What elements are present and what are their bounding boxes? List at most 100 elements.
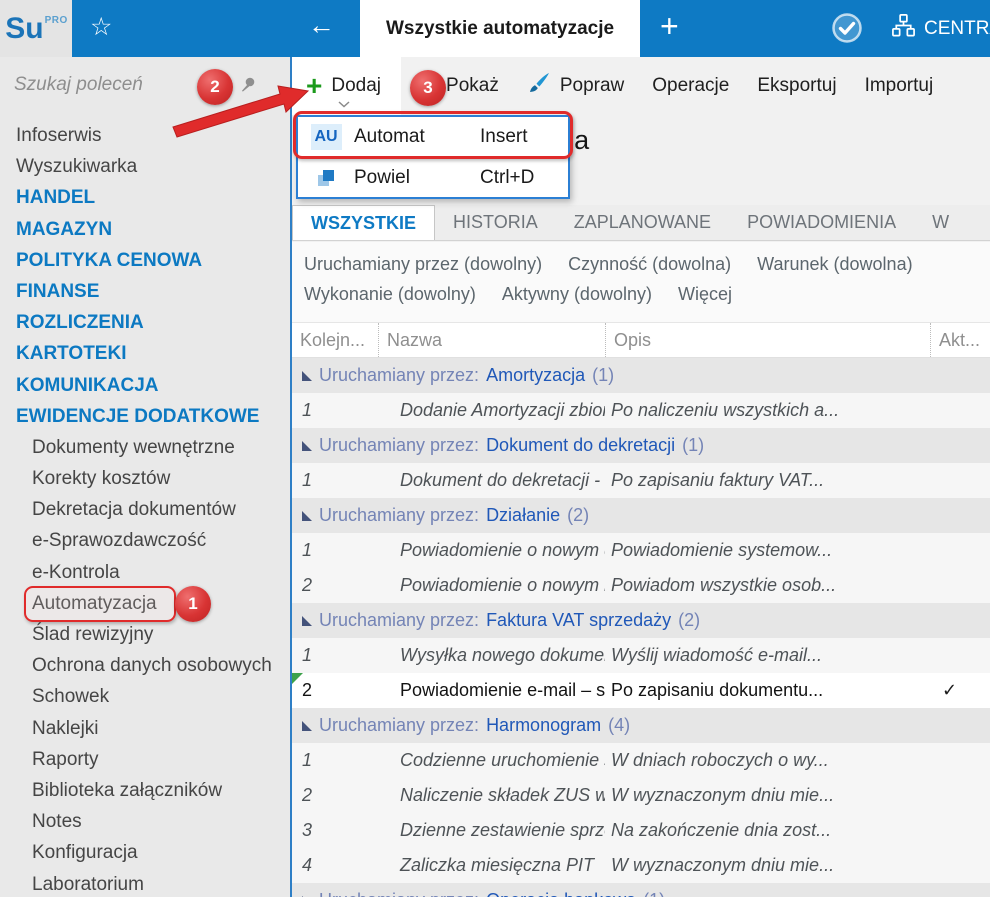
check-circle-icon[interactable]	[830, 11, 864, 50]
cell-aktywny	[930, 393, 990, 428]
pin-icon[interactable]	[238, 75, 257, 99]
table-row[interactable]: 2 Powiadomienie o nowym lub edytowan... Po…	[292, 568, 990, 603]
cell-opis: W wyznaczonym dniu mie...	[611, 855, 835, 875]
table-row[interactable]: 1 Codzienne uruchomienie sesji kasowej W d…	[292, 743, 990, 778]
sidebar-menu: Infoserwis Wyszukiwarka HANDEL MAGAZYN POLIT…	[0, 120, 290, 897]
cell-aktywny	[930, 533, 990, 568]
group-value: Operacja bankowa	[486, 890, 636, 897]
sidebar-item-dokumenty-wewnętrzne[interactable]: Dokumenty wewnętrzne	[0, 432, 290, 463]
sidebar-item-wyszukiwarka[interactable]: Wyszukiwarka	[0, 151, 290, 182]
document-tab[interactable]: Wszystkie automatyzacje	[360, 0, 640, 57]
branch-selector[interactable]: CENTRALA	[891, 0, 990, 57]
sidebar-item-notes[interactable]: Notes	[0, 806, 290, 837]
toolbar-button-popraw[interactable]: Popraw	[513, 57, 638, 115]
sidebar-item-handel[interactable]: HANDEL	[0, 182, 290, 213]
sidebar-item-konfiguracja[interactable]: Konfiguracja	[0, 837, 290, 868]
cell-nazwa: Zaliczka miesięczna PIT	[400, 855, 595, 875]
sidebar-item-ślad-rewizyjny[interactable]: Ślad rewizyjny	[0, 619, 290, 650]
tab-zaplanowane[interactable]: ZAPLANOWANE	[556, 205, 729, 240]
sidebar-item-naklejki[interactable]: Naklejki	[0, 713, 290, 744]
menu-item-label: Powiel	[354, 166, 410, 188]
sidebar-item-laboratorium[interactable]: Laboratorium	[0, 869, 290, 897]
tab-historia[interactable]: HISTORIA	[435, 205, 556, 240]
command-search-input[interactable]: Szukaj poleceń	[0, 57, 290, 115]
cell-opis: Po zapisaniu dokumentu...	[611, 680, 824, 700]
toolbar-button-dodaj[interactable]: + Dodaj	[292, 57, 402, 115]
sidebar-item-polityka-cenowa[interactable]: POLITYKA CENOWA	[0, 245, 290, 276]
cell-opis: W dniach roboczych o wy...	[611, 750, 829, 770]
sidebar-item-e-kontrola[interactable]: e-Kontrola	[0, 557, 290, 588]
sidebar-item-biblioteka-załączników[interactable]: Biblioteka załączników	[0, 775, 290, 806]
sidebar-item-e-sprawozdawczość[interactable]: e-Sprawozdawczość	[0, 525, 290, 556]
annotation-box-automat	[293, 111, 573, 159]
cell-opis: Wyślij wiadomość e-mail...	[611, 645, 823, 665]
automations-grid: Kolejn... Nazwa Opis Akt... Uruchamiany prz…	[292, 322, 990, 897]
group-count: (2)	[567, 505, 590, 525]
cell-kolejnosc: 2	[302, 575, 313, 595]
sidebar-item-komunikacja[interactable]: KOMUNIKACJA	[0, 370, 290, 401]
toolbar-button-operacje[interactable]: Operacje	[638, 57, 743, 115]
tab-powiadomienia[interactable]: POWIADOMIENIA	[729, 205, 914, 240]
toolbar-button-importuj[interactable]: Importuj	[851, 57, 948, 115]
group-row-działanie[interactable]: Uruchamiany przez: Działanie (2)	[292, 498, 990, 533]
table-row[interactable]: 1 Dodanie Amortyzacji zbiorczej Po nalicze…	[292, 393, 990, 428]
table-row[interactable]: 4 Zaliczka miesięczna PIT W wyznaczonym dn…	[292, 848, 990, 883]
cell-nazwa: Codzienne uruchomienie sesji kasowej	[400, 750, 605, 770]
toolbar-button-eksportuj[interactable]: Eksportuj	[743, 57, 850, 115]
column-header-kolejn[interactable]: Kolejn...	[292, 323, 378, 357]
filter-czynność-dowolna[interactable]: Czynność (dowolna)	[568, 249, 731, 279]
cell-kolejnosc: 1	[302, 400, 313, 420]
group-row-faktura-vat-sprzedaży[interactable]: Uruchamiany przez: Faktura VAT sprzedaży (…	[292, 603, 990, 638]
tab-w[interactable]: W	[914, 205, 967, 240]
filter-warunek-dowolna[interactable]: Warunek (dowolna)	[757, 249, 912, 279]
sidebar-item-finanse[interactable]: FINANSE	[0, 276, 290, 307]
cell-aktywny	[930, 778, 990, 813]
cell-aktywny	[930, 638, 990, 673]
group-row-harmonogram[interactable]: Uruchamiany przez: Harmonogram (4)	[292, 708, 990, 743]
column-header-akt[interactable]: Akt...	[930, 323, 990, 357]
new-tab-plus-icon[interactable]: +	[660, 8, 679, 45]
group-row-operacja-bankowa[interactable]: Uruchamiany przez: Operacja bankowa (1)	[292, 883, 990, 897]
plus-icon: +	[306, 69, 323, 101]
sidebar-item-infoserwis[interactable]: Infoserwis	[0, 120, 290, 151]
group-expand-triangle-icon	[302, 890, 312, 897]
sidebar-item-raporty[interactable]: Raporty	[0, 744, 290, 775]
group-row-dokument-do-dekretacji[interactable]: Uruchamiany przez: Dokument do dekretacji…	[292, 428, 990, 463]
table-row[interactable]: 3 Dzienne zestawienie sprzedaży VAT Na zak…	[292, 813, 990, 848]
sidebar-item-rozliczenia[interactable]: ROZLICZENIA	[0, 307, 290, 338]
filter-line-2: Wykonanie (dowolny) Aktywny (dowolny) Więc…	[304, 279, 990, 309]
sidebar-item-magazyn[interactable]: MAGAZYN	[0, 214, 290, 245]
filter-wykonanie-dowolny[interactable]: Wykonanie (dowolny)	[304, 279, 476, 309]
filter-uruchamiany-przez-dowolny[interactable]: Uruchamiany przez (dowolny)	[304, 249, 542, 279]
sidebar-item-korekty-kosztów[interactable]: Korekty kosztów	[0, 463, 290, 494]
table-row[interactable]: 2 Powiadomienie e-mail – sprzedaży po... P…	[292, 673, 990, 708]
filter-aktywny-dowolny[interactable]: Aktywny (dowolny)	[502, 279, 652, 309]
table-row[interactable]: 1 Dokument do dekretacji - Faktury VAT...…	[292, 463, 990, 498]
back-arrow-icon[interactable]: ←	[308, 10, 335, 41]
column-header-nazwa[interactable]: Nazwa	[378, 323, 605, 357]
table-row[interactable]: 2 Naliczenie składek ZUS wspólników W wyzn…	[292, 778, 990, 813]
sidebar-item-schowek[interactable]: Schowek	[0, 681, 290, 712]
tab-wszystkie[interactable]: WSZYSTKIE	[292, 205, 436, 240]
column-header-opis[interactable]: Opis	[605, 323, 930, 357]
sidebar-item-kartoteki[interactable]: KARTOTEKI	[0, 338, 290, 369]
table-row[interactable]: 1 Powiadomienie o nowym działaniu Powiadom…	[292, 533, 990, 568]
toolbar: + Dodaj Pokaż Popraw Operacje Eksportuj Import…	[292, 57, 990, 115]
group-prefix: Uruchamiany przez:	[319, 890, 479, 897]
sidebar-item-ewidencje-dodatkowe[interactable]: EWIDENCJE DODATKOWE	[0, 401, 290, 432]
cell-aktywny	[930, 568, 990, 603]
sidebar-item-dekretacja-dokumentów[interactable]: Dekretacja dokumentów	[0, 494, 290, 525]
view-tabs: WSZYSTKIE HISTORIA ZAPLANOWANE POWIADOMIENI…	[292, 205, 990, 241]
cell-nazwa: Powiadomienie o nowym działaniu	[400, 540, 605, 560]
cell-aktywny	[930, 848, 990, 883]
filter-więcej[interactable]: Więcej	[678, 279, 732, 309]
group-row-amortyzacja[interactable]: Uruchamiany przez: Amortyzacja (1)	[292, 358, 990, 393]
table-row[interactable]: 1 Wysyłka nowego dokumentu Faktura V... Wy…	[292, 638, 990, 673]
cell-aktywny	[930, 463, 990, 498]
sidebar-item-ochrona-danych-osobowych[interactable]: Ochrona danych osobowych	[0, 650, 290, 681]
menu-item-powiel[interactable]: Powiel Ctrl+D	[298, 157, 568, 197]
sidebar: Szukaj poleceń Infoserwis Wyszukiwarka HAN…	[0, 57, 290, 897]
star-icon[interactable]: ☆	[90, 12, 112, 42]
cell-nazwa: Naliczenie składek ZUS wspólników	[400, 785, 605, 805]
annotation-badge-3: 3	[410, 70, 446, 106]
